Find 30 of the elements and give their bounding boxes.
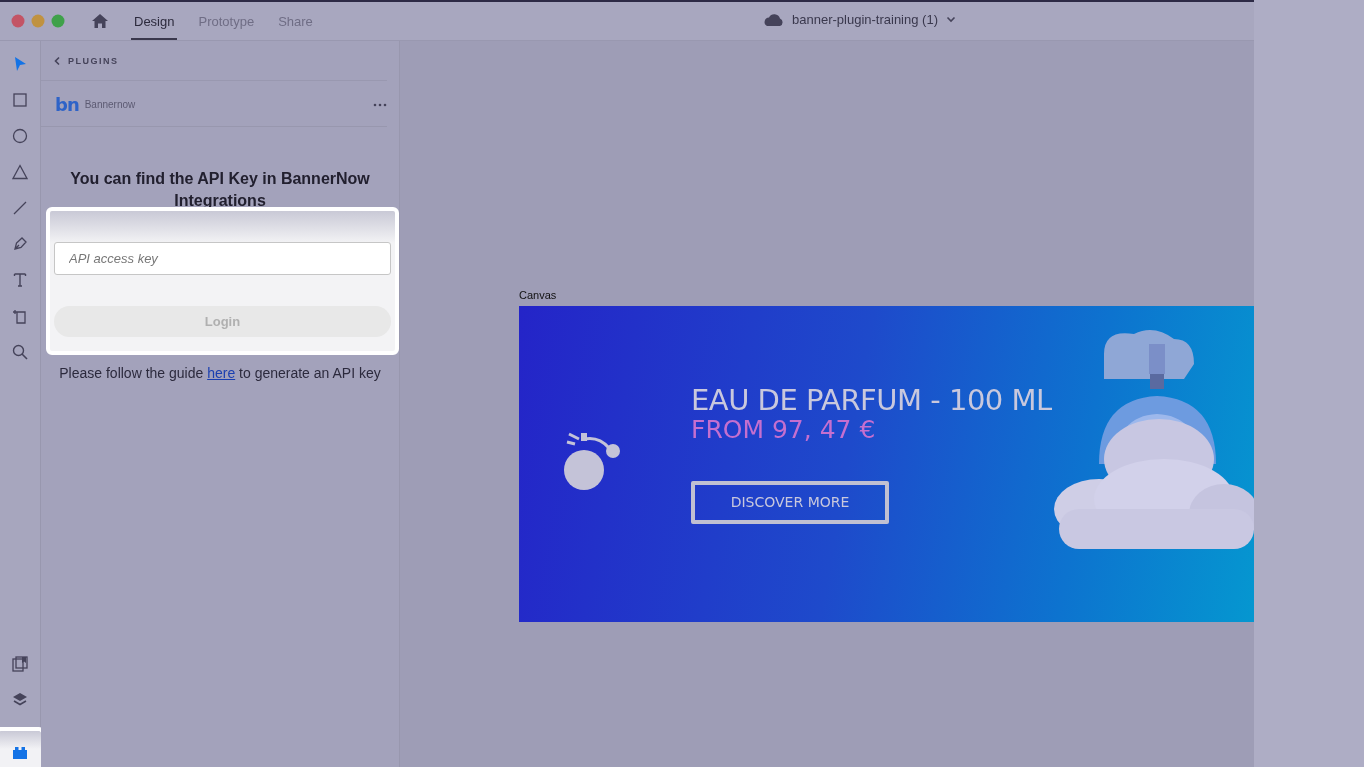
library-icon[interactable] — [12, 656, 28, 672]
line-icon[interactable] — [12, 200, 28, 216]
back-link[interactable]: PLUGINS — [53, 56, 119, 66]
discover-more-button[interactable]: DISCOVER MORE — [691, 480, 889, 524]
pen-icon[interactable] — [12, 236, 28, 252]
cloud-icon — [762, 12, 784, 27]
guide-text: Please follow the guide here to generate an API key — [58, 365, 382, 381]
text-icon[interactable] — [12, 272, 28, 288]
chevron-down-icon[interactable] — [946, 16, 956, 23]
layers-icon[interactable] — [12, 692, 28, 708]
plugin-logo: bn — [55, 94, 79, 115]
artboard-icon[interactable] — [12, 308, 28, 324]
more-icon[interactable] — [373, 102, 387, 107]
circle-icon[interactable] — [12, 128, 28, 144]
guide-link[interactable]: here — [207, 365, 236, 381]
banner-title: EAU DE PARFUM - 100 ML — [691, 384, 1052, 415]
triangle-icon[interactable] — [12, 164, 28, 180]
home-icon[interactable] — [91, 13, 109, 29]
square-icon[interactable] — [12, 92, 28, 108]
tab[interactable]: Share — [275, 2, 316, 40]
chevron-left-icon — [53, 56, 61, 66]
plugin-name: Bannernow — [84, 99, 137, 110]
plugin-icon[interactable] — [12, 745, 28, 761]
document-title[interactable]: banner-plugin-training (1) — [792, 12, 938, 27]
api-key-field[interactable]: API access key — [54, 242, 391, 275]
search-icon[interactable] — [12, 344, 28, 360]
heading: You can find the API Key in BannerNow Integrations — [69, 169, 371, 211]
artboard-label: Canvas — [519, 289, 558, 301]
banner-price: FROM 97, 47 € — [691, 414, 876, 445]
tab[interactable]: Prototype — [195, 2, 258, 40]
